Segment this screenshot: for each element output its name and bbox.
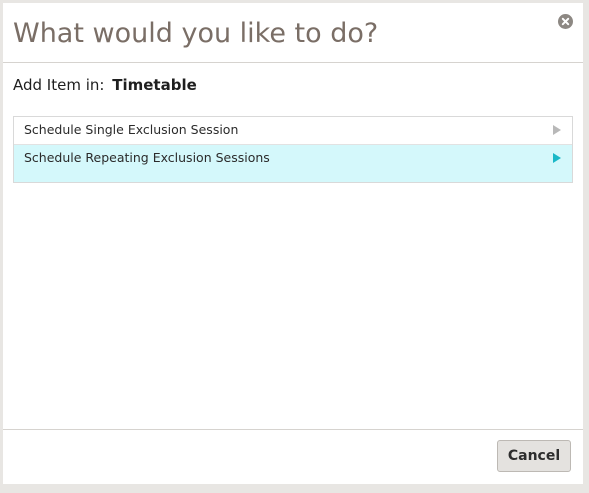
option-schedule-single-exclusion-session[interactable]: Schedule Single Exclusion Session	[14, 117, 572, 144]
option-label: Schedule Repeating Exclusion Sessions	[24, 150, 270, 165]
dialog-title: What would you like to do?	[13, 18, 379, 49]
modal-dialog: What would you like to do? Add Item in: …	[3, 3, 583, 484]
dialog-footer: Cancel	[3, 429, 583, 485]
option-schedule-repeating-exclusion-sessions[interactable]: Schedule Repeating Exclusion Sessions	[14, 144, 572, 182]
chevron-right-icon	[553, 153, 561, 163]
context-value: Timetable	[112, 76, 197, 94]
close-circle-icon	[561, 17, 570, 26]
cancel-button[interactable]: Cancel	[497, 440, 571, 472]
option-list: Schedule Single Exclusion Session Schedu…	[13, 116, 573, 183]
context-label: Add Item in:	[13, 76, 105, 94]
context-line: Add Item in: Timetable	[13, 75, 197, 95]
option-label: Schedule Single Exclusion Session	[24, 122, 239, 137]
close-button[interactable]	[558, 14, 573, 29]
chevron-right-icon	[553, 125, 561, 135]
dialog-header: What would you like to do?	[3, 3, 583, 63]
